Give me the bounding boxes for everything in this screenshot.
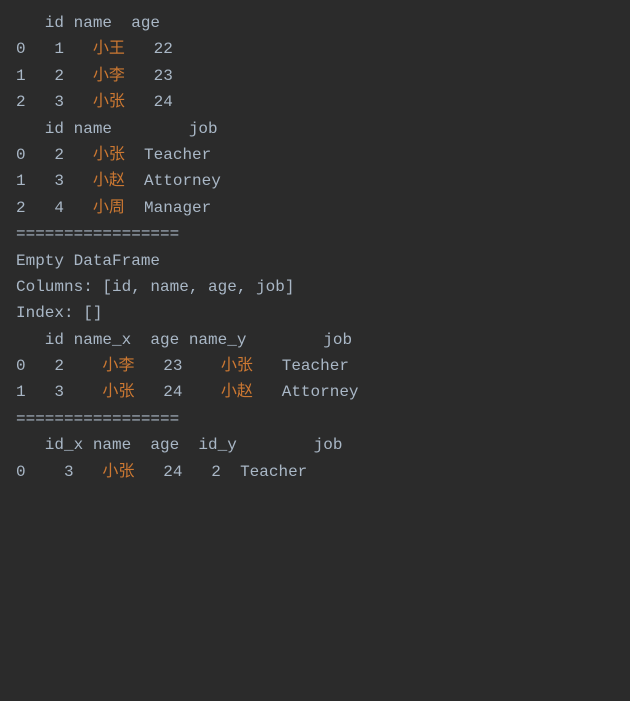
chinese-char: 王 (109, 40, 125, 58)
terminal-output: id name age0 1 小王 221 2 小李 232 3 小张 24 i… (16, 10, 614, 485)
line-11: Index: [] (16, 300, 614, 326)
chinese-char: 小 (93, 67, 109, 85)
line-14: 1 3 小张 24 小赵 Attorney (16, 379, 614, 405)
chinese-char: 小 (102, 357, 118, 375)
chinese-char: 张 (109, 93, 125, 111)
line-16: id_x name age id_y job (16, 432, 614, 458)
line-1: 0 1 小王 22 (16, 36, 614, 62)
chinese-char: 小 (102, 463, 118, 481)
chinese-char: 小 (102, 383, 118, 401)
line-0: id name age (16, 10, 614, 36)
chinese-char: 李 (118, 357, 134, 375)
chinese-char: 张 (109, 146, 125, 164)
line-3: 2 3 小张 24 (16, 89, 614, 115)
chinese-char: 小 (93, 172, 109, 190)
chinese-char: 赵 (237, 383, 253, 401)
line-15: ================= (16, 406, 614, 432)
chinese-char: 小 (93, 146, 109, 164)
line-2: 1 2 小李 23 (16, 63, 614, 89)
chinese-char: 张 (118, 463, 134, 481)
line-17: 0 3 小张 24 2 Teacher (16, 459, 614, 485)
line-9: Empty DataFrame (16, 248, 614, 274)
chinese-char: 张 (237, 357, 253, 375)
chinese-char: 小 (221, 383, 237, 401)
chinese-char: 李 (109, 67, 125, 85)
chinese-char: 小 (93, 199, 109, 217)
line-5: 0 2 小张 Teacher (16, 142, 614, 168)
line-10: Columns: [id, name, age, job] (16, 274, 614, 300)
chinese-char: 小 (221, 357, 237, 375)
chinese-char: 赵 (109, 172, 125, 190)
line-12: id name_x age name_y job (16, 327, 614, 353)
line-4: id name job (16, 116, 614, 142)
line-6: 1 3 小赵 Attorney (16, 168, 614, 194)
line-7: 2 4 小周 Manager (16, 195, 614, 221)
chinese-char: 周 (109, 199, 125, 217)
line-13: 0 2 小李 23 小张 Teacher (16, 353, 614, 379)
chinese-char: 小 (93, 40, 109, 58)
chinese-char: 张 (118, 383, 134, 401)
chinese-char: 小 (93, 93, 109, 111)
line-8: ================= (16, 221, 614, 247)
